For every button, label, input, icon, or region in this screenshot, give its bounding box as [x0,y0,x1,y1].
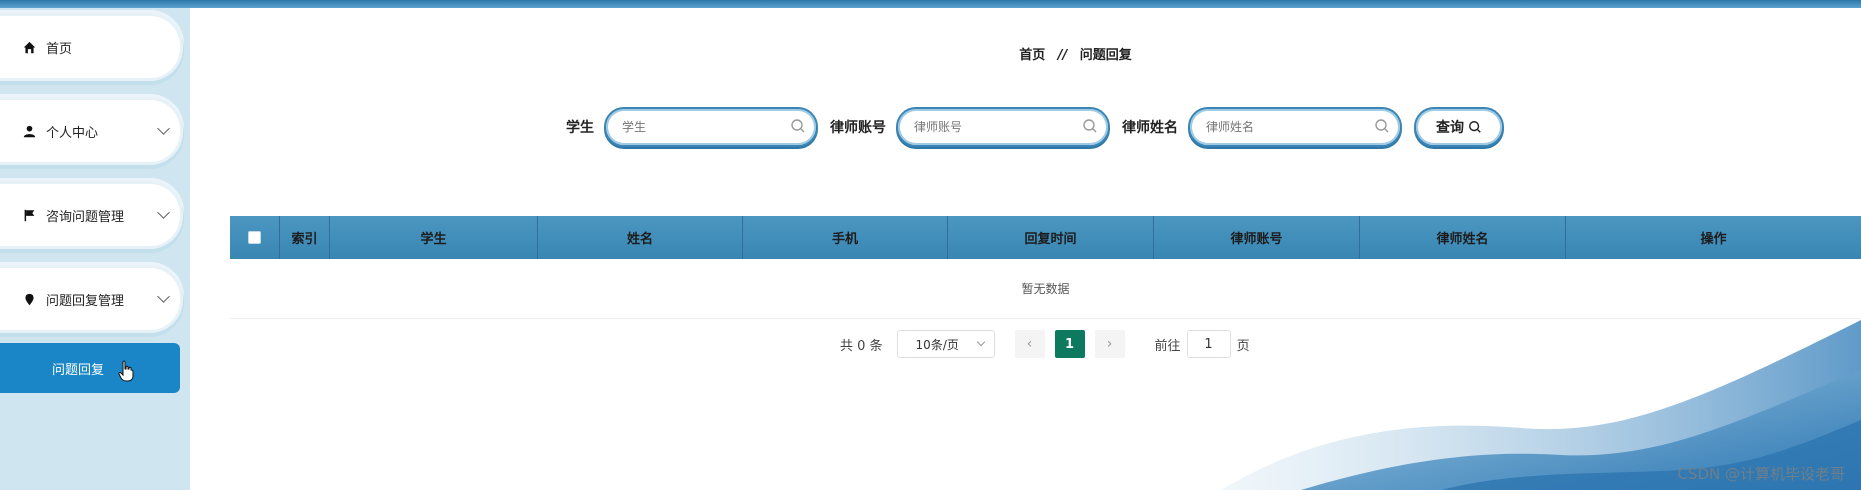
search-icon [791,119,805,133]
goto-label: 前往 [1154,338,1181,354]
lawyer-name-field[interactable] [1188,107,1402,147]
page-suffix: 页 [1236,338,1250,354]
prev-page-button[interactable]: ‹ [1014,330,1045,358]
total-count: 共 0 条 [840,338,883,354]
current-page-button[interactable]: 1 [1054,330,1085,358]
page-size-value: 10条/页 [915,337,959,352]
sidebar-subitem-label: 问题回复 [52,362,105,378]
select-all-checkbox[interactable] [248,231,261,244]
lawyer-name-label: 律师姓名 [1122,120,1178,136]
home-icon [22,40,36,54]
select-all-cell [230,216,280,259]
column-header: 索引 [280,216,330,259]
sidebar-item-label: 首页 [46,41,73,57]
chevron-down-icon [976,337,985,347]
chevron-down-icon [157,290,170,303]
lawyer-account-label: 律师账号 [830,120,886,136]
search-icon [1469,121,1481,133]
column-header: 学生 [330,216,538,259]
sidebar-subitem-reply[interactable]: 问题回复 [0,343,180,393]
flag-icon [22,208,36,222]
empty-state: 暂无数据 [230,259,1861,319]
search-icon [1375,119,1389,133]
chevron-down-icon [157,122,170,135]
sidebar-item-label: 问题回复管理 [46,293,125,309]
breadcrumb-home[interactable]: 首页 [1019,48,1045,63]
pagination: 共 0 条 10条/页 ‹ 1 › 前往 1 页 [840,330,1250,358]
sidebar: 首页 个人中心 咨询问题管理 问题回复管理 问题回复 [0,8,190,490]
query-button-label: 查询 [1436,120,1464,136]
column-header: 回复时间 [948,216,1154,259]
search-icon [1083,119,1097,133]
main-content: 首页 // 问题回复 学生 律师账号 律师姓名 查询 索引 学 [190,8,1861,490]
chevron-down-icon [157,206,170,219]
user-icon [22,124,36,138]
data-table: 索引 学生 姓名 手机 回复时间 律师账号 律师姓名 操作 暂无数据 [230,216,1861,319]
next-page-button[interactable]: › [1094,330,1125,358]
student-field[interactable] [604,107,818,147]
page-size-select[interactable]: 10条/页 [896,330,995,358]
column-header: 律师姓名 [1360,216,1566,259]
chevron-left-icon: ‹ [1026,336,1033,352]
column-header: 操作 [1700,232,1727,247]
breadcrumb: 首页 // 问题回复 [190,44,1861,63]
sidebar-item-reply-management[interactable]: 问题回复管理 [0,268,180,330]
sidebar-item-consult-management[interactable]: 咨询问题管理 [0,184,180,246]
goto-page-input[interactable]: 1 [1186,330,1231,358]
watermark: CSDN @计算机毕设老哥 [1677,465,1845,483]
sidebar-item-label: 咨询问题管理 [46,209,125,225]
pin-icon [22,292,36,306]
breadcrumb-separator: // [1057,48,1068,63]
column-header: 律师账号 [1154,216,1360,259]
lawyer-account-field[interactable] [896,107,1110,147]
query-button[interactable]: 查询 [1414,107,1504,147]
student-input[interactable] [620,117,780,137]
lawyer-account-input[interactable] [912,117,1072,137]
column-header: 姓名 [538,216,743,259]
search-bar: 学生 律师账号 律师姓名 查询 [566,106,1504,148]
hand-cursor-icon [118,360,134,387]
sidebar-item-personal-center[interactable]: 个人中心 [0,100,180,162]
sidebar-item-label: 个人中心 [46,125,99,141]
chevron-right-icon: › [1106,336,1113,352]
lawyer-name-input[interactable] [1204,117,1364,137]
column-header: 手机 [743,216,948,259]
table-header: 索引 学生 姓名 手机 回复时间 律师账号 律师姓名 操作 [230,216,1861,259]
student-label: 学生 [566,120,594,136]
sidebar-item-home[interactable]: 首页 [0,16,180,78]
top-bar [0,0,1861,8]
breadcrumb-current: 问题回复 [1079,48,1132,63]
